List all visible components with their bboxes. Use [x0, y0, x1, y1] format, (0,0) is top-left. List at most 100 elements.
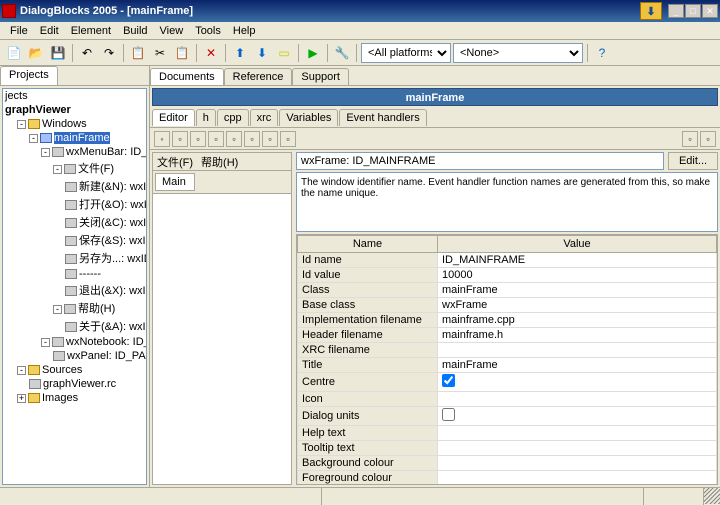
minimize-button[interactable]: _ [668, 4, 684, 18]
property-row[interactable]: Centre [298, 373, 717, 392]
copy-icon[interactable]: 📋 [128, 43, 148, 63]
preview-main-tab[interactable]: Main [155, 173, 195, 191]
close-button[interactable]: ✕ [702, 4, 718, 18]
menu-build[interactable]: Build [117, 23, 153, 39]
mini-btn[interactable]: ▫ [172, 131, 188, 147]
undo-icon[interactable]: ↶ [77, 43, 97, 63]
mini-btn[interactable]: ▫ [244, 131, 260, 147]
mini-btn[interactable]: ◦ [154, 131, 170, 147]
property-row[interactable]: Id value10000 [298, 268, 717, 283]
tree-project[interactable]: graphViewer [5, 103, 146, 117]
property-value[interactable]: wxFrame [438, 298, 717, 313]
property-row[interactable]: Background colour [298, 456, 717, 471]
run-icon[interactable]: ▶ [303, 43, 323, 63]
down-icon[interactable]: ⬇ [252, 43, 272, 63]
property-row[interactable]: Dialog units [298, 407, 717, 426]
tree-images[interactable]: +Images [17, 391, 146, 405]
tree-close[interactable]: 关闭(&C): wxID_ [65, 213, 146, 231]
cpp-tab[interactable]: cpp [217, 109, 249, 126]
redo-icon[interactable]: ↷ [99, 43, 119, 63]
mini-btn[interactable]: ▫ [262, 131, 278, 147]
help-icon[interactable]: ? [592, 43, 612, 63]
config-combo[interactable]: <None> [453, 43, 583, 63]
projects-tab[interactable]: Projects [0, 66, 58, 85]
preview-file[interactable]: 文件(F) [157, 154, 193, 170]
property-value[interactable]: mainframe.cpp [438, 313, 717, 328]
editor-tab[interactable]: Editor [152, 109, 195, 126]
props-icon[interactable]: ▭ [274, 43, 294, 63]
delete-icon[interactable]: ✕ [201, 43, 221, 63]
property-value[interactable]: 10000 [438, 268, 717, 283]
save-icon[interactable]: 💾 [48, 43, 68, 63]
up-icon[interactable]: ⬆ [230, 43, 250, 63]
property-value[interactable] [438, 407, 717, 426]
property-row[interactable]: ClassmainFrame [298, 283, 717, 298]
mini-btn[interactable]: ▫ [280, 131, 296, 147]
property-value[interactable]: mainFrame [438, 283, 717, 298]
mini-btn[interactable]: ▫ [208, 131, 224, 147]
tree-exit[interactable]: 退出(&X): wxID_ [65, 281, 146, 299]
mini-btn[interactable]: ▫ [226, 131, 242, 147]
tree-help-menu[interactable]: -帮助(H) [53, 299, 146, 317]
events-tab[interactable]: Event handlers [339, 109, 426, 126]
tree-file-menu[interactable]: -文件(F) [53, 159, 146, 177]
new-icon[interactable]: 📄 [4, 43, 24, 63]
tree-open[interactable]: 打开(&O): wxID_ [65, 195, 146, 213]
property-row[interactable]: Icon [298, 392, 717, 407]
property-value[interactable]: mainFrame [438, 358, 717, 373]
tree-root[interactable]: jects [5, 89, 146, 103]
tree-sep[interactable]: ------ [65, 267, 146, 281]
col-name[interactable]: Name [298, 236, 438, 253]
menu-file[interactable]: File [4, 23, 34, 39]
edit-button[interactable]: Edit... [668, 152, 718, 170]
property-row[interactable]: Header filenamemainframe.h [298, 328, 717, 343]
tree-windows[interactable]: -Windows [17, 117, 146, 131]
property-value[interactable] [438, 392, 717, 407]
property-value[interactable]: ID_MAINFRAME [438, 253, 717, 268]
col-value[interactable]: Value [438, 236, 717, 253]
documents-tab[interactable]: Documents [150, 68, 224, 85]
menu-element[interactable]: Element [65, 23, 117, 39]
tree-save[interactable]: 保存(&S): wxID_ [65, 231, 146, 249]
class-path-input[interactable] [296, 152, 664, 170]
maximize-button[interactable]: □ [685, 4, 701, 18]
tree-about[interactable]: 关于(&A): wxID_ [65, 317, 146, 335]
property-row[interactable]: TitlemainFrame [298, 358, 717, 373]
property-row[interactable]: Implementation filenamemainframe.cpp [298, 313, 717, 328]
mini-btn[interactable]: ▫ [700, 131, 716, 147]
cut-icon[interactable]: ✂ [150, 43, 170, 63]
tree-menubar[interactable]: -wxMenuBar: ID_MENUB [41, 145, 146, 159]
property-value[interactable] [438, 426, 717, 441]
menu-view[interactable]: View [154, 23, 190, 39]
property-grid[interactable]: Name Value Id nameID_MAINFRAMEId value10… [296, 234, 718, 485]
reference-tab[interactable]: Reference [224, 68, 293, 85]
variables-tab[interactable]: Variables [279, 109, 338, 126]
property-row[interactable]: Help text [298, 426, 717, 441]
property-row[interactable]: Tooltip text [298, 441, 717, 456]
open-icon[interactable]: 📂 [26, 43, 46, 63]
download-icon[interactable]: ⬇ [640, 2, 662, 20]
property-row[interactable]: Foreground colour [298, 471, 717, 486]
h-tab[interactable]: h [196, 109, 216, 126]
property-value[interactable] [438, 471, 717, 486]
property-row[interactable]: XRC filename [298, 343, 717, 358]
paste-icon[interactable]: 📋 [172, 43, 192, 63]
tree-sources[interactable]: -Sources [17, 363, 146, 377]
menu-edit[interactable]: Edit [34, 23, 65, 39]
menu-help[interactable]: Help [227, 23, 262, 39]
project-tree[interactable]: jects graphViewer -Windows -mainFrame -w… [2, 88, 147, 485]
property-value[interactable] [438, 441, 717, 456]
property-value[interactable] [438, 343, 717, 358]
tree-mainframe[interactable]: -mainFrame [29, 131, 146, 145]
settings-icon[interactable]: 🔧 [332, 43, 352, 63]
menu-tools[interactable]: Tools [189, 23, 227, 39]
mini-btn[interactable]: ▫ [190, 131, 206, 147]
mini-btn[interactable]: ▫ [682, 131, 698, 147]
property-value[interactable]: mainframe.h [438, 328, 717, 343]
preview-help[interactable]: 帮助(H) [201, 154, 238, 170]
tree-notebook[interactable]: -wxNotebook: ID_NOTE [41, 335, 146, 349]
tree-new[interactable]: 新建(&N): wxID_ [65, 177, 146, 195]
support-tab[interactable]: Support [292, 68, 349, 85]
property-row[interactable]: Base classwxFrame [298, 298, 717, 313]
platform-combo[interactable]: <All platforms> [361, 43, 451, 63]
